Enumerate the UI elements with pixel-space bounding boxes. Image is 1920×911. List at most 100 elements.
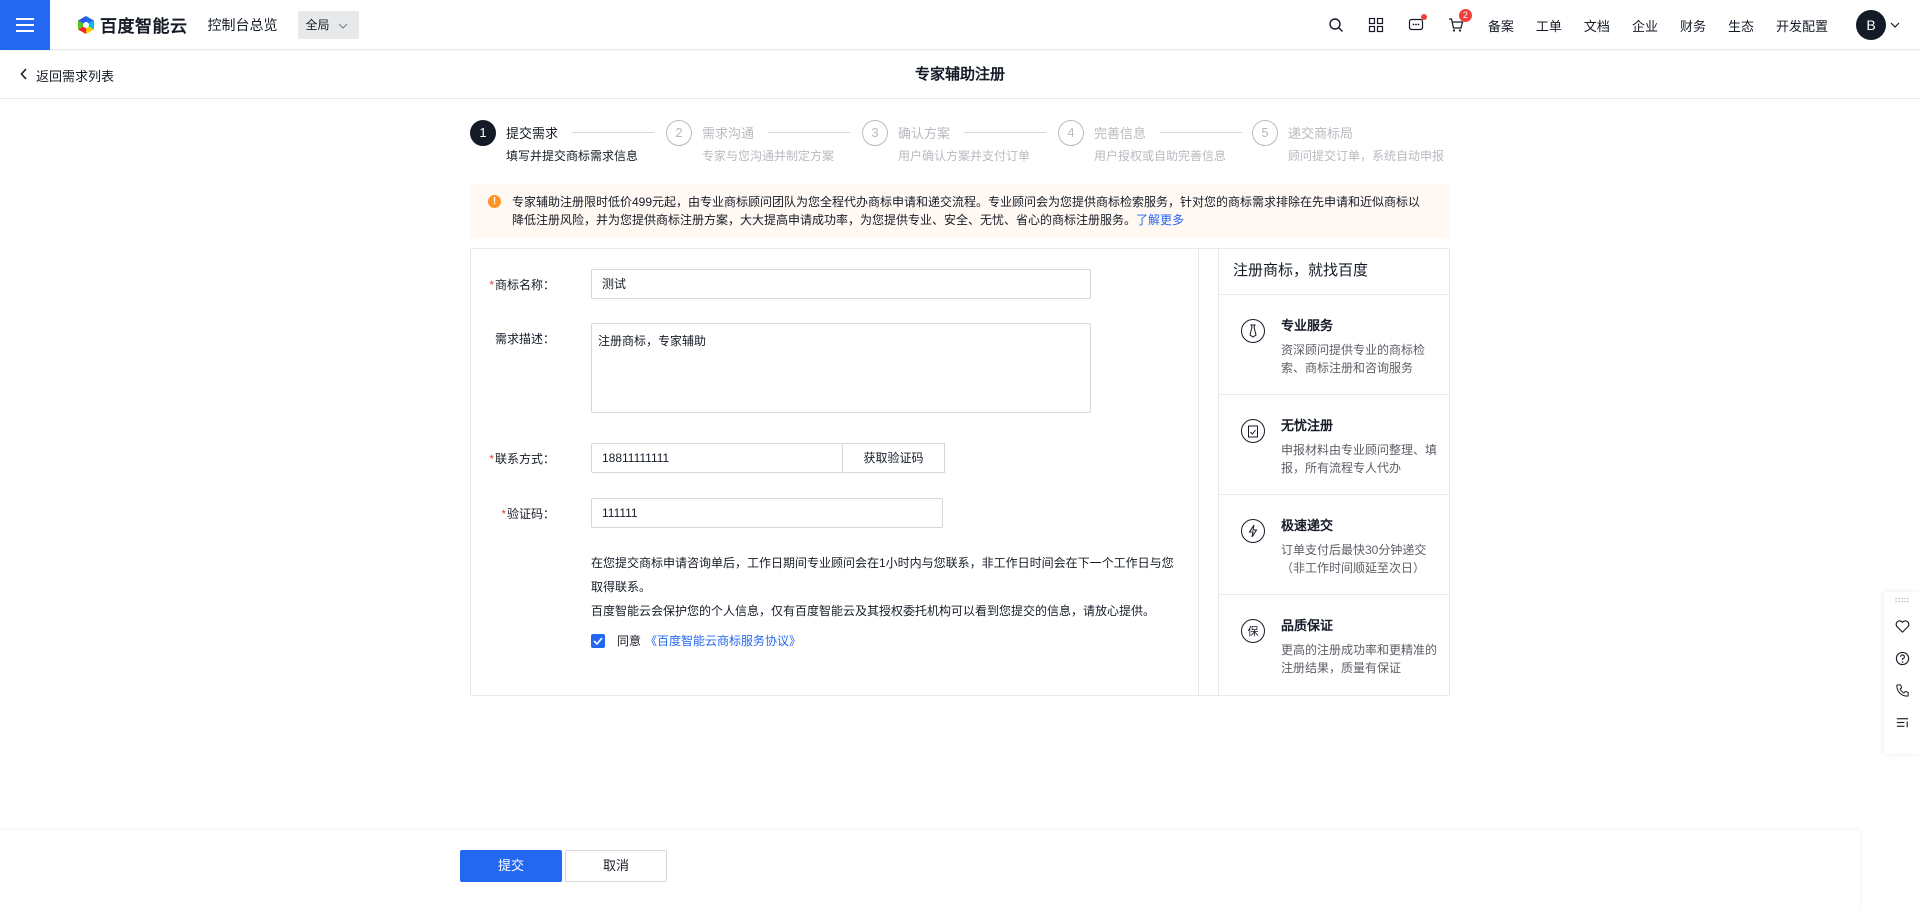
page-title: 专家辅助注册: [914, 66, 1005, 83]
feature-desc: 资深顾问提供专业的商标检索、商标注册和咨询服务: [1281, 343, 1426, 375]
steps-progress: 1 提交需求 填写并提交商标需求信息 2 需求沟通 专家与您沟通并制定方案 3 …: [470, 120, 1450, 164]
step-connector: [768, 132, 850, 133]
step-connector: [964, 132, 1046, 133]
step-title: 完善信息: [1094, 126, 1147, 141]
feature-title: 专业服务: [1281, 318, 1334, 333]
cart-count-badge: 2: [1458, 9, 1472, 22]
step-number: 2: [666, 120, 692, 146]
step-desc: 用户确认方案并支付订单: [898, 149, 1031, 163]
step-desc: 顾问提交订单，系统自动申报: [1288, 149, 1445, 163]
nav-link-finance[interactable]: 财务: [1680, 16, 1706, 35]
back-link-label: 返回需求列表: [36, 68, 115, 84]
chevron-left-icon: [20, 67, 28, 83]
tie-icon: [1241, 319, 1265, 343]
feature-title: 品质保证: [1281, 618, 1334, 633]
contact-label: *联系方式：: [489, 452, 555, 466]
top-navbar: 百度智能云 控制台总览 全局 2 备案 工单 文档 企业 财务 生态 开发配置 …: [0, 0, 1920, 50]
step-number: 4: [1058, 120, 1084, 146]
nav-link-docs[interactable]: 文档: [1584, 16, 1610, 35]
search-icon[interactable]: [1326, 15, 1346, 35]
step-title: 确认方案: [898, 126, 951, 141]
description-label: 需求描述：: [494, 332, 555, 346]
region-select[interactable]: 全局: [297, 10, 359, 39]
feature-professional-service: 专业服务 资深顾问提供专业的商标检索、商标注册和咨询服务: [1219, 295, 1449, 395]
feature-quality-guarantee: 保 品质保证 更高的注册成功率和更精准的注册结果，质量有保证: [1219, 595, 1449, 695]
clipboard-check-icon: [1241, 419, 1265, 443]
step-title: 需求沟通: [702, 126, 755, 141]
nav-link-filing[interactable]: 备案: [1488, 16, 1514, 35]
footer-action-bar: 提交 取消: [0, 830, 1860, 911]
agreement-checkbox[interactable]: [591, 633, 605, 648]
sidebar-title: 注册商标，就找百度: [1219, 249, 1449, 295]
message-icon[interactable]: [1406, 14, 1427, 35]
registration-form: *商标名称： 测试 需求描述： 注册商标，专家辅助 *联系方式： 1881111…: [471, 249, 1199, 695]
hamburger-menu-button[interactable]: [0, 0, 50, 50]
panel-divider: [1199, 249, 1219, 695]
step-desc: 专家与您沟通并制定方案: [702, 149, 835, 163]
phone-icon[interactable]: [1884, 674, 1920, 706]
step-number: 5: [1252, 120, 1278, 146]
region-value: 全局: [305, 18, 330, 32]
menu-icon: [16, 17, 34, 32]
floating-toolbar: [1884, 592, 1920, 754]
logo-text: 百度智能云: [100, 17, 188, 36]
notice-text: 专家辅助注册限时低价499元起，由专业商标顾问团队为您全程代办商标申请和递交流程…: [512, 195, 1421, 227]
learn-more-link[interactable]: 了解更多: [1136, 213, 1184, 227]
baidu-cloud-logo[interactable]: 百度智能云: [76, 12, 188, 37]
step-connector: [572, 132, 654, 133]
description-textarea[interactable]: 注册商标，专家辅助: [591, 323, 1091, 413]
lightning-icon: [1241, 519, 1265, 543]
feature-title: 无忧注册: [1281, 418, 1334, 433]
trademark-name-label: *商标名称：: [489, 278, 555, 292]
benefits-sidebar: 注册商标，就找百度 专业服务 资深顾问提供专业的商标检索、商标注册和咨询服务 无…: [1219, 249, 1449, 695]
logo-icon: [78, 15, 94, 34]
agreement-row: 同意 《百度智能云商标服务协议》: [591, 632, 801, 649]
apps-grid-icon[interactable]: [1366, 15, 1386, 35]
step-title: 递交商标局: [1288, 126, 1354, 141]
cancel-button[interactable]: 取消: [565, 850, 667, 882]
verification-code-label: *验证码：: [501, 507, 555, 521]
step-number: 3: [862, 120, 888, 146]
step-number: 1: [470, 120, 496, 146]
feature-desc: 申报材料由专业顾问整理、填报，所有流程专人代办: [1281, 443, 1438, 475]
feature-desc: 订单支付后最快30分钟递交（非工作时间顺延至次日）: [1281, 543, 1427, 575]
verification-code-input[interactable]: 111111: [591, 498, 943, 528]
step-title: 提交需求: [506, 126, 559, 141]
contact-hint-text: 在您提交商标申请咨询单后，工作日期间专业顾问会在1小时内与您联系，非工作日时间会…: [591, 556, 1174, 594]
step-connector: [1160, 132, 1242, 133]
back-to-list-link[interactable]: 返回需求列表: [20, 51, 114, 99]
message-dot-badge: [1420, 14, 1427, 20]
chevron-down-icon: [338, 18, 348, 32]
privacy-hint-text: 百度智能云会保护您的个人信息，仅有百度智能云及其授权委托机构可以看到您提交的信息…: [591, 604, 1156, 618]
drag-handle-icon[interactable]: [1884, 592, 1920, 610]
nav-link-dev-config[interactable]: 开发配置: [1776, 16, 1828, 35]
feature-fast-submit: 极速递交 订单支付后最快30分钟递交（非工作时间顺延至次日）: [1219, 495, 1449, 595]
trademark-name-input[interactable]: 测试: [591, 269, 1091, 299]
feature-desc: 更高的注册成功率和更精准的注册结果，质量有保证: [1281, 643, 1438, 675]
step-desc: 用户授权或自助完善信息: [1094, 149, 1227, 163]
notice-banner: ! 专家辅助注册限时低价499元起，由专业商标顾问团队为您全程代办商标申请和递交…: [470, 184, 1450, 238]
submit-button[interactable]: 提交: [460, 850, 562, 882]
heart-icon[interactable]: [1884, 610, 1920, 642]
nav-link-ticket[interactable]: 工单: [1536, 16, 1562, 35]
agree-label: 同意: [617, 634, 642, 648]
list-icon[interactable]: [1884, 706, 1920, 738]
feature-title: 极速递交: [1281, 518, 1334, 533]
chevron-down-icon[interactable]: [1890, 20, 1900, 31]
service-agreement-link[interactable]: 《百度智能云商标服务协议》: [645, 632, 801, 649]
cart-icon[interactable]: 2: [1446, 9, 1472, 35]
nav-link-ecosystem[interactable]: 生态: [1728, 16, 1754, 35]
user-avatar[interactable]: B: [1856, 10, 1886, 40]
guarantee-icon: 保: [1241, 619, 1265, 643]
top-right-actions: 2 备案 工单 文档 企业 财务 生态 开发配置 B: [1306, 0, 1920, 50]
nav-link-enterprise[interactable]: 企业: [1632, 16, 1658, 35]
step-desc: 填写并提交商标需求信息: [506, 149, 639, 163]
feature-worry-free: 无忧注册 申报材料由专业顾问整理、填报，所有流程专人代办: [1219, 395, 1449, 495]
page-subheader: 返回需求列表 专家辅助注册: [0, 51, 1920, 99]
help-icon[interactable]: [1884, 642, 1920, 674]
console-overview-link[interactable]: 控制台总览: [208, 15, 278, 35]
phone-input[interactable]: 18811111111: [591, 443, 843, 473]
get-code-button[interactable]: 获取验证码: [843, 443, 945, 473]
warning-icon: !: [488, 195, 501, 208]
registration-panel: *商标名称： 测试 需求描述： 注册商标，专家辅助 *联系方式： 1881111…: [470, 248, 1450, 696]
